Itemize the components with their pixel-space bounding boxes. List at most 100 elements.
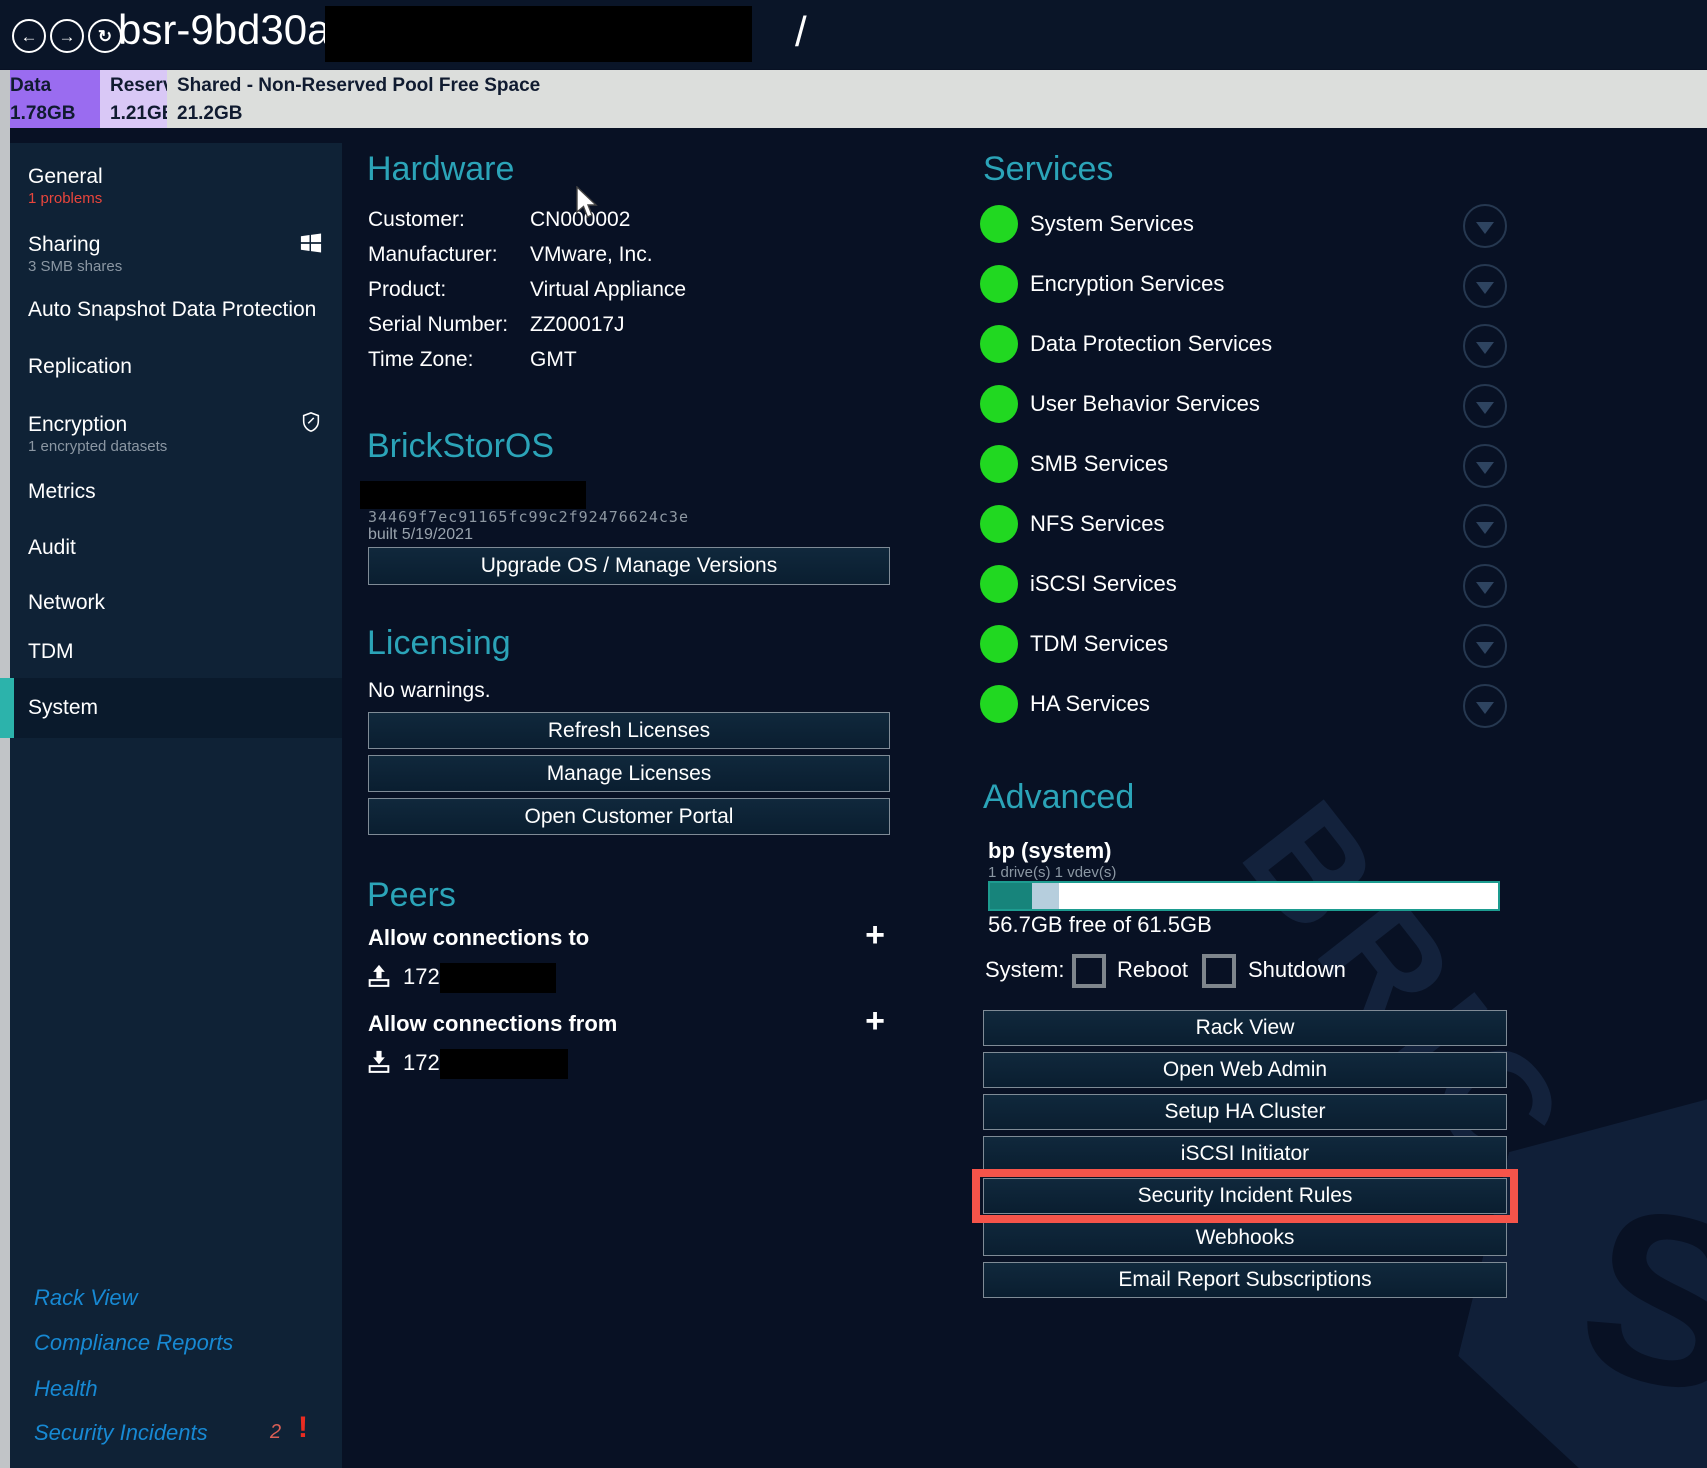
rack-view-button[interactable]: Rack View <box>983 1010 1507 1046</box>
peers-section-title: Peers <box>367 876 456 915</box>
add-peer-from-button[interactable]: + <box>858 1004 892 1038</box>
upgrade-os-button[interactable]: Upgrade OS / Manage Versions <box>368 547 890 585</box>
hardware-row-label: Time Zone: <box>368 348 473 372</box>
open-customer-portal-button[interactable]: Open Customer Portal <box>368 798 890 835</box>
hardware-section-title: Hardware <box>367 150 514 189</box>
sidebar-item-system[interactable]: System <box>28 696 98 720</box>
chevron-down-icon <box>1476 222 1494 234</box>
service-expand-button[interactable] <box>1463 504 1507 548</box>
service-expand-button[interactable] <box>1463 384 1507 428</box>
sidebar-item-audit[interactable]: Audit <box>28 536 76 560</box>
status-green-dot <box>980 325 1018 363</box>
service-label: Encryption Services <box>1030 271 1224 297</box>
red-highlight-box <box>972 1169 1518 1223</box>
pool-name: bp (system) <box>988 838 1111 864</box>
sidebar-item-replication[interactable]: Replication <box>28 355 132 379</box>
chevron-down-icon <box>1476 402 1494 414</box>
peer-ip-to: 172 <box>403 964 440 990</box>
hardware-row-value: GMT <box>530 348 577 372</box>
shutdown-label: Shutdown <box>1248 957 1346 983</box>
add-peer-to-button[interactable]: + <box>858 918 892 952</box>
hardware-row-value: ZZ00017J <box>530 313 625 337</box>
usage-segment-data[interactable]: Data 1.78GB <box>0 70 100 128</box>
setup-ha-cluster-button[interactable]: Setup HA Cluster <box>983 1094 1507 1130</box>
service-label: NFS Services <box>1030 511 1164 537</box>
service-row: TDM Services <box>980 624 1168 664</box>
chevron-down-icon <box>1476 702 1494 714</box>
sidebar-item-general[interactable]: General <box>28 165 103 189</box>
hardware-row-value: Virtual Appliance <box>530 278 686 302</box>
service-label: System Services <box>1030 211 1194 237</box>
sidebar-item-metrics[interactable]: Metrics <box>28 480 96 504</box>
segment-value: 21.2GB <box>177 103 1707 125</box>
service-label: User Behavior Services <box>1030 391 1260 417</box>
service-expand-button[interactable] <box>1463 264 1507 308</box>
sidebar-encryption-badge: 1 encrypted datasets <box>28 438 167 455</box>
sidebar-link-rack-view[interactable]: Rack View <box>34 1285 138 1311</box>
service-expand-button[interactable] <box>1463 624 1507 668</box>
open-web-admin-button[interactable]: Open Web Admin <box>983 1052 1507 1088</box>
segment-label: Reserv... <box>110 75 167 97</box>
refresh-licenses-button[interactable]: Refresh Licenses <box>368 712 890 749</box>
hardware-row-label: Customer: <box>368 208 465 232</box>
sidebar-selected-accent-bar <box>0 678 14 738</box>
chevron-down-icon <box>1476 462 1494 474</box>
reboot-checkbox[interactable] <box>1072 954 1106 988</box>
service-row: NFS Services <box>980 504 1164 544</box>
sidebar-item-sharing[interactable]: Sharing <box>28 233 100 257</box>
status-green-dot <box>980 685 1018 723</box>
watermark-letter: S <box>1557 1147 1707 1454</box>
sidebar-sharing-smb-badge: 3 SMB shares <box>28 258 122 275</box>
brickstor-system-page: BRICK S ← → ↻ bsr-9bd30a61 / Data 1.78GB… <box>0 0 1707 1468</box>
service-expand-button[interactable] <box>1463 204 1507 248</box>
allow-connections-from-label: Allow connections from <box>368 1011 617 1037</box>
allow-connections-to-label: Allow connections to <box>368 925 589 951</box>
chevron-down-icon <box>1476 642 1494 654</box>
usage-segment-shared[interactable]: Shared - Non-Reserved Pool Free Space 21… <box>167 70 1707 128</box>
segment-value: 1.21GB <box>110 103 167 125</box>
shutdown-checkbox[interactable] <box>1202 954 1236 988</box>
service-label: SMB Services <box>1030 451 1168 477</box>
service-expand-button[interactable] <box>1463 444 1507 488</box>
sidebar-item-encryption[interactable]: Encryption <box>28 413 127 437</box>
email-report-subscriptions-button[interactable]: Email Report Subscriptions <box>983 1262 1507 1298</box>
refresh-icon[interactable]: ↻ <box>88 19 122 53</box>
service-expand-button[interactable] <box>1463 564 1507 608</box>
peer-ip-from: 172 <box>403 1050 440 1076</box>
status-green-dot <box>980 385 1018 423</box>
service-row: User Behavior Services <box>980 384 1260 424</box>
service-expand-button[interactable] <box>1463 684 1507 728</box>
service-label: HA Services <box>1030 691 1150 717</box>
manage-licenses-button[interactable]: Manage Licenses <box>368 755 890 792</box>
pool-drive-vdev-info: 1 drive(s) 1 vdev(s) <box>988 864 1116 881</box>
service-row: System Services <box>980 204 1194 244</box>
redacted-peer-ip <box>440 1049 568 1079</box>
pool-capacity-bar <box>988 881 1500 911</box>
iscsi-initiator-button[interactable]: iSCSI Initiator <box>983 1136 1507 1172</box>
service-expand-button[interactable] <box>1463 324 1507 368</box>
status-green-dot <box>980 205 1018 243</box>
sidebar-link-security-incidents[interactable]: Security Incidents <box>34 1420 208 1446</box>
chevron-down-icon <box>1476 582 1494 594</box>
sidebar: General 1 problems Sharing 3 SMB shares … <box>10 143 342 1468</box>
status-green-dot <box>980 445 1018 483</box>
licensing-section-title: Licensing <box>367 624 511 663</box>
sidebar-item-tdm[interactable]: TDM <box>28 640 74 664</box>
redacted-hostname <box>325 6 752 62</box>
advanced-section-title: Advanced <box>983 778 1134 817</box>
reboot-label: Reboot <box>1117 957 1188 983</box>
webhooks-button[interactable]: Webhooks <box>983 1220 1507 1256</box>
chevron-down-icon <box>1476 522 1494 534</box>
sidebar-item-auto-snapshot[interactable]: Auto Snapshot Data Protection <box>28 298 316 322</box>
back-icon[interactable]: ← <box>12 19 46 53</box>
forward-icon[interactable]: → <box>50 19 84 53</box>
redacted-os-version <box>360 481 586 509</box>
service-row: Encryption Services <box>980 264 1224 304</box>
sidebar-item-network[interactable]: Network <box>28 591 105 615</box>
usage-segment-reserved[interactable]: Reserv... 1.21GB <box>100 70 167 128</box>
sidebar-link-health[interactable]: Health <box>34 1376 98 1402</box>
shield-icon <box>300 411 322 433</box>
chevron-down-icon <box>1476 342 1494 354</box>
sidebar-link-compliance-reports[interactable]: Compliance Reports <box>34 1330 233 1356</box>
segment-value: 1.78GB <box>10 103 100 125</box>
